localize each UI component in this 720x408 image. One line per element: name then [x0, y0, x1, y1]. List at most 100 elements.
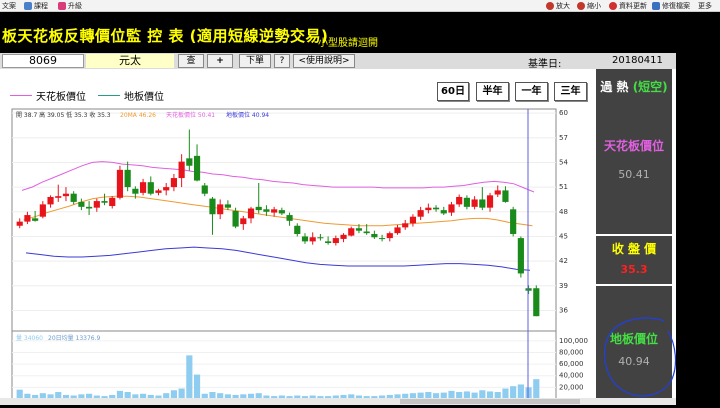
course-label: 課程 — [34, 2, 48, 10]
volume-tick-label: 60,000 — [559, 360, 584, 368]
period-one-year-button[interactable]: 一年 — [515, 82, 548, 101]
candle-body — [440, 210, 447, 214]
status-sub-text: (短空) — [632, 80, 668, 94]
ma-info: 20MA 46.26 — [120, 112, 156, 119]
legend-ceiling: 天花板價位 — [10, 88, 86, 103]
candle-body — [456, 196, 463, 205]
right-black-panel — [676, 12, 720, 405]
zoom-out-button[interactable]: 縮小 — [577, 1, 601, 11]
candle-body — [232, 210, 239, 227]
volume-info: 量 34060 — [16, 335, 43, 342]
volume-tick-label: 20,000 — [559, 383, 584, 391]
zoom-in-button[interactable]: 放大 — [546, 1, 570, 11]
file-label: 文案 — [2, 2, 16, 10]
candle-body — [502, 190, 509, 202]
candle-body — [271, 209, 278, 213]
close-box: 收 盤 價 35.3 — [596, 236, 672, 284]
candle-body — [510, 209, 517, 234]
refresh-button[interactable]: 資料更新 — [609, 1, 647, 11]
floor-box: 地板價位 40.94 — [596, 286, 672, 405]
candle-body — [209, 198, 216, 215]
volume-axis-ticks: 100,000 80,000 60,000 40,000 20,000 — [559, 337, 588, 392]
price-tick-label: 48 — [559, 208, 568, 216]
candle-body — [479, 199, 486, 208]
volume-tick-label: 40,000 — [559, 372, 584, 380]
candle-body — [325, 241, 332, 244]
stock-code-input[interactable]: 8069 — [2, 54, 84, 68]
close-label: 收 盤 價 — [611, 242, 657, 256]
candle-body — [32, 218, 39, 221]
horizontal-scrollbar[interactable] — [0, 398, 676, 405]
candle-body — [201, 185, 208, 194]
candle-body — [155, 190, 162, 193]
candle-body — [86, 206, 93, 209]
ceiling-box: 天花板價位 50.41 — [596, 122, 672, 234]
candle-body — [448, 204, 455, 213]
book-icon — [24, 2, 32, 10]
candle-body — [147, 182, 154, 194]
volume-bar — [517, 384, 524, 399]
candle-body — [379, 238, 386, 240]
candle-body — [47, 196, 54, 205]
scrollbar-thumb[interactable] — [400, 399, 580, 404]
help-button[interactable]: ? — [274, 54, 290, 68]
candle-body — [16, 221, 23, 226]
zoom-in-label: 放大 — [556, 2, 570, 10]
avg-volume-info: 20日均量 13376.9 — [48, 334, 101, 342]
floor-info: 地板價位 40.94 — [226, 111, 269, 119]
candle-body — [402, 223, 409, 228]
stock-input-row: 8069 元太 查 + 下單 ? <使用說明> 基準日: 20180411 — [0, 53, 676, 70]
candle-body — [355, 228, 363, 231]
status-text: 過 熱 — [600, 80, 629, 94]
side-panel: 過 熱 (短空) 天花板價位 50.41 收 盤 價 35.3 地板價位 40.… — [592, 69, 676, 405]
candle-body — [463, 197, 470, 207]
candle-body — [409, 216, 417, 224]
candle-body — [139, 182, 147, 193]
check-button[interactable]: 查 — [178, 54, 204, 68]
price-tick-label: 45 — [559, 232, 568, 240]
candle-body — [93, 201, 100, 208]
candle-body — [55, 196, 62, 198]
edit-label: 修復檔案 — [662, 2, 690, 10]
refresh-icon — [609, 2, 617, 10]
chart-area: 36 39 42 45 48 51 54 57 60 100,000 80,000 60,000 40… — [0, 105, 592, 405]
candle-body — [224, 204, 231, 208]
zoom-out-icon — [577, 2, 585, 10]
candle-body — [340, 234, 347, 239]
edit-icon — [652, 2, 660, 10]
zoom-in-icon — [546, 2, 554, 10]
period-60d-button[interactable]: 60日 — [437, 82, 469, 101]
candle-body — [363, 231, 370, 234]
price-tick-label: 36 — [559, 306, 568, 314]
page-title: 板天花板反轉價位監 控 表 (適用短線逆勢交易) — [2, 27, 329, 45]
status-box: 過 熱 (短空) — [596, 69, 672, 122]
zoom-out-label: 縮小 — [587, 2, 601, 10]
legend-floor-label: 地板價位 — [124, 92, 164, 103]
upgrade-menu[interactable]: 升級 — [58, 1, 82, 11]
legend-ceiling-label: 天花板價位 — [36, 92, 86, 103]
add-button[interactable]: + — [207, 54, 233, 68]
candle-body — [109, 197, 116, 207]
candle-body — [517, 238, 524, 274]
more-menu[interactable]: 更多 — [698, 1, 712, 11]
candle-body — [132, 188, 139, 194]
title-bar: 板天花板反轉價位監 控 表 (適用短線逆勢交易) 小型股請迴開 — [0, 12, 720, 56]
course-menu[interactable]: 課程 — [24, 1, 48, 11]
manual-button[interactable]: <使用說明> — [293, 54, 355, 68]
price-tick-label: 42 — [559, 257, 568, 265]
candle-body — [317, 237, 324, 239]
candle-body — [263, 209, 270, 212]
period-half-year-button[interactable]: 半年 — [476, 82, 509, 101]
price-tick-label: 51 — [559, 183, 568, 191]
period-three-year-button[interactable]: 三年 — [554, 82, 587, 101]
candle-body — [301, 236, 309, 242]
candle-body — [533, 288, 540, 317]
candle-body — [178, 161, 185, 179]
candle-body — [348, 228, 355, 236]
edit-button[interactable]: 修復檔案 — [652, 1, 690, 11]
file-menu[interactable]: 文案 — [2, 1, 16, 11]
candle-body — [371, 233, 378, 238]
candle-body — [116, 169, 124, 198]
price-tick-label: 57 — [559, 134, 568, 142]
order-button[interactable]: 下單 — [239, 54, 271, 68]
